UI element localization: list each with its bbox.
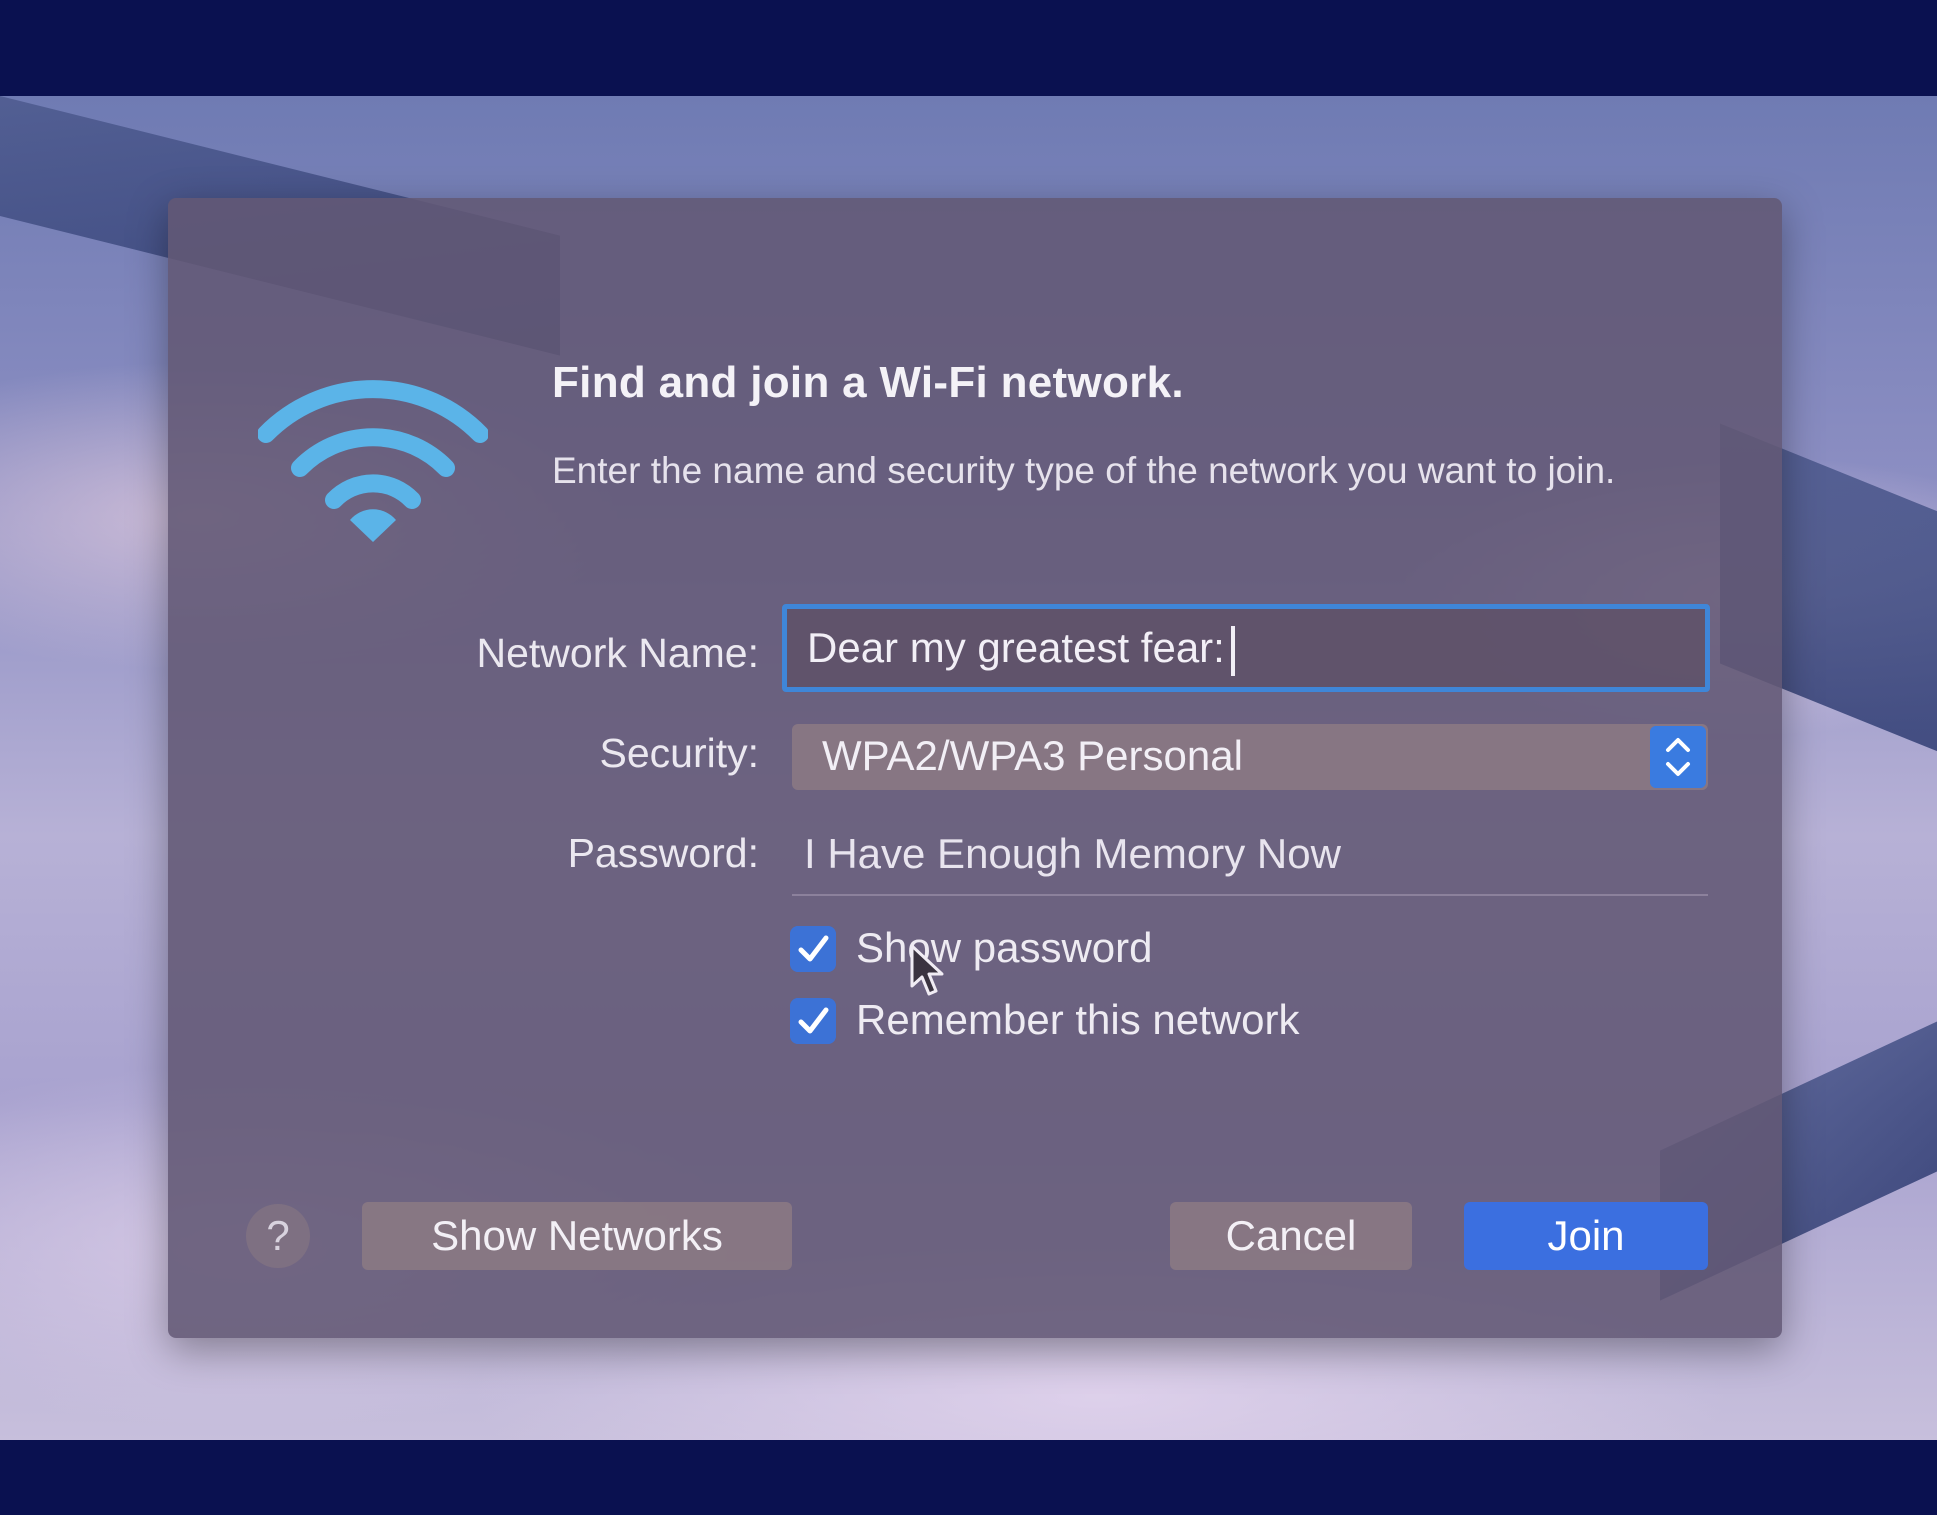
password-value: I Have Enough Memory Now bbox=[804, 830, 1341, 877]
show-password-checkbox[interactable] bbox=[790, 926, 836, 972]
show-password-label: Show password bbox=[856, 924, 1153, 971]
security-label: Security: bbox=[599, 730, 760, 776]
network-name-value: Dear my greatest fear: bbox=[807, 624, 1225, 671]
password-label: Password: bbox=[567, 830, 759, 876]
network-name-label: Network Name: bbox=[476, 630, 759, 676]
remember-network-checkbox[interactable] bbox=[790, 998, 836, 1044]
remember-network-label: Remember this network bbox=[856, 996, 1300, 1043]
security-select[interactable]: WPA2/WPA3 Personal bbox=[792, 724, 1708, 790]
cancel-button[interactable]: Cancel bbox=[1170, 1202, 1412, 1270]
show-networks-button[interactable]: Show Networks bbox=[362, 1202, 792, 1270]
dialog-subtitle: Enter the name and security type of the … bbox=[552, 450, 1616, 491]
security-selected-value: WPA2/WPA3 Personal bbox=[822, 732, 1243, 779]
letterbox-bottom bbox=[0, 1440, 1937, 1515]
network-name-input[interactable]: Dear my greatest fear: bbox=[782, 604, 1710, 692]
dialog-title: Find and join a Wi-Fi network. bbox=[552, 358, 1184, 407]
password-input[interactable]: I Have Enough Memory Now bbox=[792, 820, 1708, 896]
chevron-up-down-icon[interactable] bbox=[1650, 726, 1706, 788]
join-button[interactable]: Join bbox=[1464, 1202, 1708, 1270]
text-caret bbox=[1230, 625, 1235, 676]
mouse-pointer-icon bbox=[910, 944, 944, 996]
help-button[interactable]: ? bbox=[246, 1204, 310, 1268]
wifi-icon bbox=[258, 380, 488, 542]
letterbox-top bbox=[0, 0, 1937, 96]
